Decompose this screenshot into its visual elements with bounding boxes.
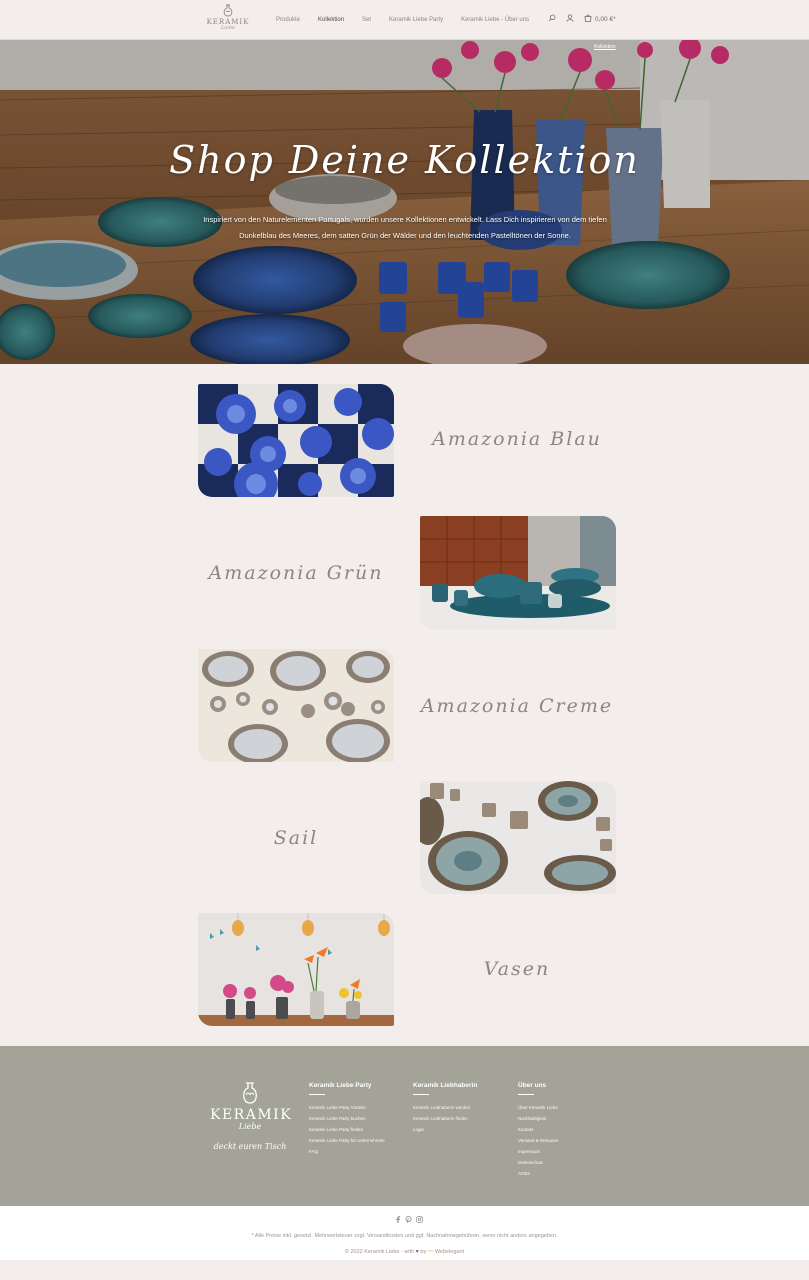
hero-breadcrumb[interactable]: Kollektion (594, 44, 616, 50)
nav-item-ueber-uns[interactable]: Keramik Liebe - Über uns (461, 16, 529, 26)
nav-item-produkte[interactable]: Produkte (276, 16, 300, 26)
footer-logo[interactable]: KERAMIK Liebe deckt euren Tisch (210, 1082, 293, 1151)
footer-link[interactable]: Über Keramik Liebe (518, 1102, 559, 1113)
footer-divider (518, 1094, 534, 1095)
heart-icon: ♥ (415, 1249, 419, 1255)
footer-column-title: Keramik Liebhaberin (413, 1082, 478, 1089)
instagram-icon[interactable] (414, 1216, 425, 1225)
account-icon[interactable] (566, 14, 574, 24)
footer-link[interactable]: Keramik Liebhaberin finden (413, 1113, 477, 1124)
legal-notice: * Alle Preise inkl. gesetzl. Mehrwertste… (251, 1233, 558, 1239)
site-footer: KERAMIK Liebe deckt euren Tisch Keramik … (0, 1046, 809, 1206)
logo-subtitle: Liebe (220, 25, 236, 31)
copyright: © 2022 Keramik Liebe - with ♥ by 〰 Webel… (0, 1247, 809, 1255)
footer-link[interactable]: Kontakt (518, 1124, 559, 1135)
vase-logo-icon (243, 1082, 257, 1104)
webelegant-logo-icon: 〰 (427, 1249, 434, 1255)
footer-link[interactable]: Datenschutz (518, 1157, 559, 1168)
collection-title-amazonia-creme[interactable]: Amazonia Creme (407, 695, 627, 717)
collection-title-amazonia-gruen[interactable]: Amazonia Grün (186, 562, 406, 584)
cart-total[interactable]: 0,00 €* (595, 16, 616, 23)
nav-item-party[interactable]: Keramik Liebe Party (389, 16, 443, 26)
collection-title-amazonia-blau[interactable]: Amazonia Blau (407, 428, 627, 450)
footer-column-title: Keramik Liebe Party (309, 1082, 372, 1089)
footer-divider (413, 1094, 429, 1095)
collection-image-vasen[interactable] (198, 913, 394, 1026)
collection-image-amazonia-creme[interactable] (198, 649, 394, 762)
footer-column-liebhaberin: Keramik Liebhaberin Keramik Liebhaberin … (413, 1082, 477, 1135)
footer-link[interactable]: Nachhaltigkeit (518, 1113, 559, 1124)
footer-link[interactable]: Keramik Liebhaberin werden (413, 1102, 477, 1113)
collection-title-sail[interactable]: Sail (186, 827, 406, 849)
cart-icon[interactable] (584, 14, 592, 24)
hero-image (0, 40, 809, 364)
nav-item-set[interactable]: Set (362, 16, 371, 26)
header-tools: 0,00 €* (548, 14, 616, 24)
footer-column-title: Über uns (518, 1082, 547, 1089)
collection-title-vasen[interactable]: Vasen (407, 958, 627, 980)
footer-link[interactable]: Keramik Liebe Party finden (309, 1124, 385, 1135)
copyright-text: © 2022 Keramik Liebe - with (344, 1249, 415, 1255)
footer-column-party: Keramik Liebe Party Keramik Liebe Party … (309, 1082, 385, 1157)
footer-logo-subtitle: Liebe (238, 1122, 262, 1131)
vase-logo-icon (223, 4, 233, 17)
footer-link[interactable]: Keramik Liebe Party für Unternehmen (309, 1135, 385, 1146)
copyright-brand-link[interactable]: Webelegant (435, 1249, 464, 1255)
hero-description: Inspiriert von den Naturelementen Portug… (203, 215, 607, 240)
footer-link[interactable]: Keramik Liebe Party Vorteile (309, 1102, 385, 1113)
footer-link[interactable]: Versand & Retouren (518, 1135, 559, 1146)
copyright-by: by (420, 1249, 427, 1255)
footer-link[interactable]: Login (413, 1124, 477, 1135)
search-icon[interactable] (548, 14, 556, 24)
social-links (392, 1216, 425, 1225)
nav-item-kollektion[interactable]: Kollektion (318, 16, 344, 26)
footer-tagline: deckt euren Tisch (213, 1142, 287, 1151)
footer-link[interactable]: AGBs (518, 1168, 559, 1179)
facebook-icon[interactable] (392, 1216, 403, 1225)
footer-logo-wordmark: KERAMIK (210, 1107, 293, 1123)
pinterest-icon[interactable] (403, 1216, 414, 1225)
footer-divider (309, 1094, 325, 1095)
hero-banner: Kollektion Shop Deine Kollektion Inspiri… (0, 40, 809, 364)
site-logo[interactable]: KERAMIK Liebe (204, 4, 252, 36)
bottom-bar: * Alle Preise inkl. gesetzl. Mehrwertste… (0, 1206, 809, 1260)
footer-column-ueber-uns: Über uns Über Keramik Liebe Nachhaltigke… (518, 1082, 559, 1179)
footer-link[interactable]: FAQ (309, 1146, 385, 1157)
footer-link[interactable]: Impressum (518, 1146, 559, 1157)
site-header: KERAMIK Liebe Produkte Kollektion Set Ke… (0, 0, 809, 40)
footer-link[interactable]: Keramik Liebe Party buchen (309, 1113, 385, 1124)
main-nav: Produkte Kollektion Set Keramik Liebe Pa… (276, 16, 547, 26)
collection-image-sail[interactable] (420, 781, 616, 894)
collection-image-amazonia-blau[interactable] (198, 384, 394, 497)
hero-title: Shop Deine Kollektion (169, 138, 640, 182)
collection-image-amazonia-gruen[interactable] (420, 516, 616, 629)
